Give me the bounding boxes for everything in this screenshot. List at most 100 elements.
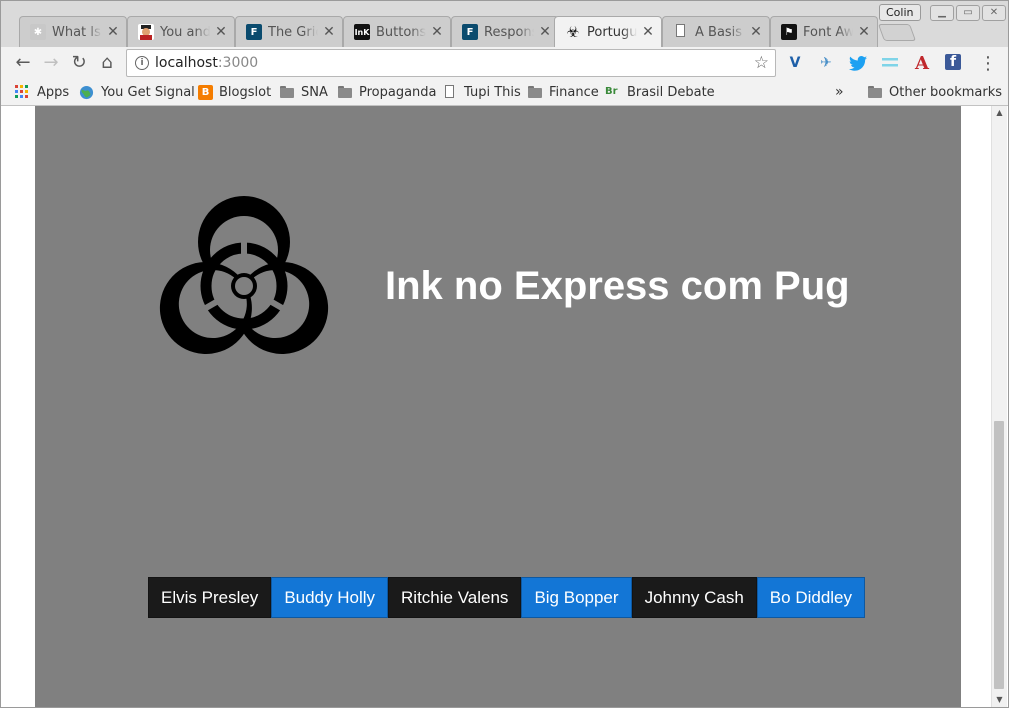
blogger-icon: B (198, 84, 213, 100)
close-icon[interactable]: ✕ (106, 24, 120, 40)
url-text: localhost:3000 (155, 55, 258, 71)
close-icon[interactable]: ✕ (430, 24, 444, 40)
tab-title: The Grid (268, 24, 318, 40)
f-logo-icon: F (246, 24, 262, 40)
back-button[interactable]: ← (12, 52, 34, 74)
menu-icon[interactable]: ⋮ (979, 53, 997, 74)
button-johnny-cash[interactable]: Johnny Cash (631, 577, 757, 618)
page-title: Ink no Express com Pug (385, 264, 850, 308)
folder-icon (279, 85, 295, 99)
bookmark-label: Blogslot (219, 84, 272, 100)
tab-a-basis[interactable]: A Basis ✕ (662, 16, 770, 47)
close-icon[interactable]: ✕ (749, 24, 763, 40)
bookmark-label: Finance (549, 84, 599, 100)
puzzle-icon: ✱ (30, 24, 46, 40)
bookmark-label: Tupi This (464, 84, 521, 100)
url-host: localhost (155, 55, 218, 71)
page-icon (673, 24, 689, 40)
close-icon[interactable]: ✕ (322, 24, 336, 40)
biohazard-logo-icon (159, 196, 329, 354)
tab-avatar[interactable]: You and Your Avatar ✕ (127, 16, 235, 47)
scroll-up-arrow-icon[interactable]: ▲ (992, 106, 1007, 120)
twitter-icon[interactable] (849, 54, 867, 72)
button-group: Elvis Presley Buddy Holly Ritchie Valens… (148, 577, 866, 618)
scrollbar-thumb[interactable] (994, 421, 1004, 689)
tab-strip: ✱ What Is Ink? ✕ You and Your Avatar ✕ F… (1, 1, 1008, 47)
bookmark-finance[interactable]: Finance (527, 82, 599, 102)
bookmark-label: You Get Signal (101, 84, 195, 100)
bookmark-label: Propaganda (359, 84, 437, 100)
close-icon[interactable]: ✕ (857, 24, 871, 40)
tab-what-is-ink[interactable]: ✱ What Is Ink? ✕ (19, 16, 127, 47)
minimize-button[interactable]: ▁ (930, 5, 954, 21)
lines-extension-icon[interactable] (881, 54, 899, 72)
flag-icon: ⚑ (781, 24, 797, 40)
tab-title: A Basis (695, 24, 743, 40)
globe-icon (79, 85, 95, 100)
tab-buttons[interactable]: InK Buttons ✕ (343, 16, 451, 47)
bookmark-blogslot[interactable]: B Blogslot (198, 82, 271, 102)
close-icon[interactable]: ✕ (538, 24, 552, 40)
bookmark-brasil-debate[interactable]: Br Brasil Debate (605, 82, 715, 102)
url-port: :3000 (217, 55, 259, 71)
tab-title: Font Awesome (803, 24, 853, 40)
button-big-bopper[interactable]: Big Bopper (521, 577, 632, 618)
new-tab-button[interactable] (877, 24, 917, 41)
close-window-button[interactable]: ✕ (982, 5, 1006, 21)
close-icon[interactable]: ✕ (641, 24, 655, 40)
bookmarks-overflow-button[interactable]: » (835, 82, 844, 102)
brasil-debate-icon: Br (605, 86, 618, 97)
vertical-scrollbar[interactable]: ▲ ▼ (991, 106, 1007, 707)
bookmark-label: Brasil Debate (627, 84, 715, 100)
info-icon[interactable]: i (135, 56, 149, 70)
tab-title: Português (587, 24, 637, 40)
bookmark-apps[interactable]: Apps (15, 82, 69, 102)
page-viewport: Ink no Express com Pug Elvis Presley Bud… (1, 106, 1008, 707)
bookmark-propaganda[interactable]: Propaganda (337, 82, 437, 102)
ink-logo-icon: InK (354, 24, 370, 40)
page-icon (442, 85, 458, 99)
bookmark-tupi-this[interactable]: Tupi This (442, 82, 521, 102)
reload-button[interactable]: ↻ (68, 52, 90, 74)
bookmark-label: SNA (301, 84, 328, 100)
browser-window: ✱ What Is Ink? ✕ You and Your Avatar ✕ F… (0, 0, 1009, 708)
toolbar: ← → ↻ ⌂ i localhost:3000 ☆ V ✈ A f ⋮ (1, 47, 1008, 79)
tab-title: Responsive (484, 24, 534, 40)
bird-extension-icon[interactable]: ✈ (817, 54, 835, 72)
address-bar[interactable]: i localhost:3000 ☆ (126, 49, 776, 77)
folder-icon (867, 85, 883, 99)
tab-title: Buttons (376, 24, 426, 40)
avatar-icon (138, 24, 154, 40)
biohazard-icon: ☣ (566, 23, 580, 41)
tab-title: What Is Ink? (52, 24, 102, 40)
maximize-button[interactable]: ▭ (956, 5, 980, 21)
button-buddy-holly[interactable]: Buddy Holly (271, 577, 389, 618)
tab-title: You and Your Avatar (160, 24, 210, 40)
button-ritchie-valens[interactable]: Ritchie Valens (388, 577, 522, 618)
bookmark-label: Other bookmarks (889, 84, 1003, 100)
forward-button[interactable]: → (40, 52, 62, 74)
tab-portugues[interactable]: ☣ Português ✕ (554, 16, 662, 47)
folder-icon (337, 85, 353, 99)
vivaldi-extension-icon[interactable]: V (786, 54, 804, 72)
bookmarks-bar: Apps You Get Signal B Blogslot SNA Propa… (1, 79, 1008, 106)
bookmark-star-icon[interactable]: ☆ (754, 53, 769, 73)
button-elvis-presley[interactable]: Elvis Presley (148, 577, 272, 618)
profile-button[interactable]: Colin (879, 4, 921, 21)
f-logo-icon: F (462, 24, 478, 40)
scroll-down-arrow-icon[interactable]: ▼ (992, 693, 1007, 707)
tab-responsive[interactable]: F Responsive ✕ (451, 16, 559, 47)
acrobat-icon[interactable]: A (913, 53, 931, 74)
tab-the-grid[interactable]: F The Grid ✕ (235, 16, 343, 47)
bookmark-sna[interactable]: SNA (279, 82, 328, 102)
bookmark-label: Apps (37, 84, 70, 100)
close-icon[interactable]: ✕ (214, 24, 228, 40)
facebook-icon[interactable]: f (945, 54, 961, 70)
home-button[interactable]: ⌂ (96, 52, 118, 74)
apps-grid-icon (15, 85, 31, 99)
button-bo-diddley[interactable]: Bo Diddley (756, 577, 866, 618)
tab-font-awesome[interactable]: ⚑ Font Awesome ✕ (770, 16, 878, 47)
bookmark-you-get-signal[interactable]: You Get Signal (79, 82, 195, 102)
folder-icon (527, 85, 543, 99)
bookmark-other-bookmarks[interactable]: Other bookmarks (867, 82, 1002, 102)
